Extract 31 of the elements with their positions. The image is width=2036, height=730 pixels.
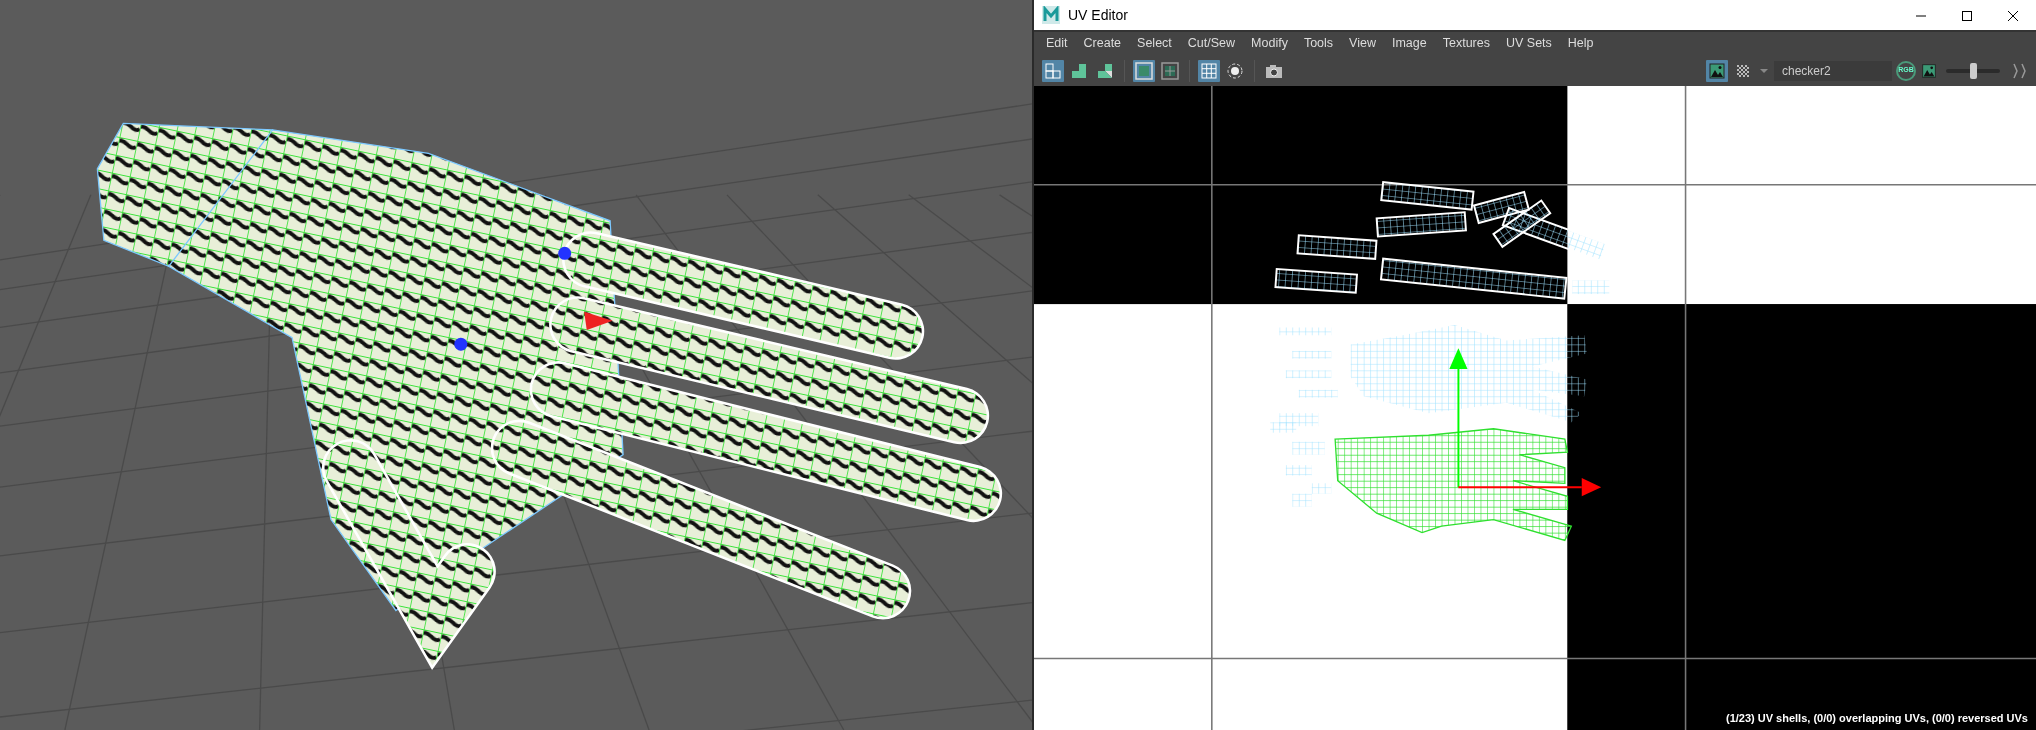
menu-item[interactable]: Modify: [1243, 32, 1296, 55]
menu-item[interactable]: Select: [1129, 32, 1180, 55]
stacked-squares-button[interactable]: [1042, 59, 1064, 82]
framed-grid-icon: [1160, 60, 1180, 81]
picture-icon: [1707, 60, 1727, 81]
app-logo-icon: [1042, 6, 1060, 24]
window-title: UV Editor: [1068, 5, 1128, 25]
menu-item[interactable]: Textures: [1434, 32, 1498, 55]
menu-item[interactable]: Create: [1075, 32, 1130, 55]
uv-texture-canvas[interactable]: [1034, 86, 2036, 730]
close-icon: [2007, 9, 2019, 22]
menu-item[interactable]: View: [1341, 32, 1384, 55]
picture-icon[interactable]: [1920, 61, 1938, 80]
framed-grid-button[interactable]: [1159, 59, 1181, 82]
menu-item[interactable]: Help: [1559, 32, 1602, 55]
texture-name-field[interactable]: checker2: [1774, 60, 1892, 81]
stacked-squares-icon: [1043, 60, 1063, 81]
menu-item[interactable]: Tools: [1295, 32, 1342, 55]
exposure-slider-thumb[interactable]: [1970, 62, 1977, 79]
status-text: (1/23) UV shells, (0/0) overlapping UVs, (0/0) reversed UVs: [1726, 710, 2028, 726]
target-circle-icon: [1225, 60, 1245, 81]
maximize-icon: [1961, 9, 1973, 22]
grid-icon: [1199, 60, 1219, 81]
menu-item[interactable]: Image: [1383, 32, 1435, 55]
framed-square-icon: [1134, 60, 1154, 81]
menu-item[interactable]: Edit: [1038, 32, 1076, 55]
menu-item[interactable]: Cut/Sew: [1179, 32, 1244, 55]
menu-item[interactable]: UV Sets: [1497, 32, 1560, 55]
grid-button[interactable]: [1198, 59, 1220, 82]
framed-square-button[interactable]: [1133, 59, 1155, 82]
picture-button[interactable]: [1706, 59, 1728, 82]
